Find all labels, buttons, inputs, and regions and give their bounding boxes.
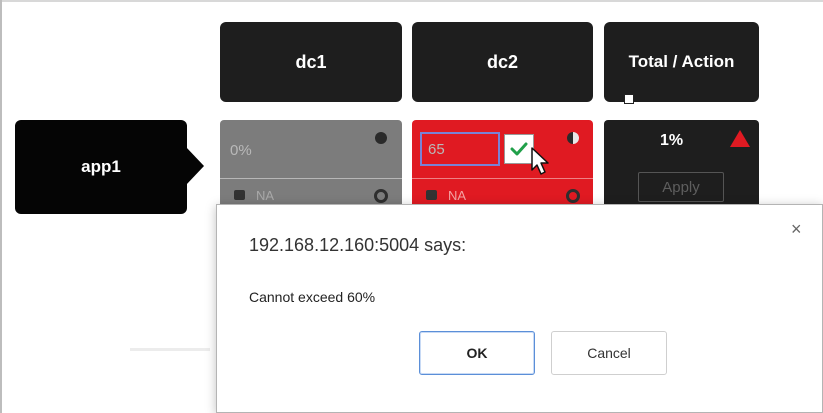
row-header-app1-label: app1 — [81, 157, 121, 176]
cloud-icon — [426, 190, 437, 200]
row-header-app1: app1 — [15, 120, 187, 214]
dialog-title: 192.168.12.160:5004 says: — [249, 235, 467, 255]
cell-divider — [412, 178, 593, 179]
apply-button[interactable]: Apply — [638, 172, 724, 202]
background-artifact — [130, 348, 210, 351]
close-icon[interactable]: × — [791, 219, 802, 240]
ok-button[interactable]: OK — [419, 331, 535, 375]
stage: dc1 dc2 Total / Action app1 0% NA NA — [0, 0, 823, 413]
cell-dc2-footer: NA — [448, 188, 467, 203]
column-header-total-label: Total / Action — [628, 52, 735, 71]
mouse-cursor-icon — [531, 147, 549, 175]
frame-top-border — [0, 0, 823, 2]
half-dot-icon — [567, 132, 579, 144]
cell-dc1-footer: NA — [256, 188, 275, 203]
cell-app1-total: 1% Apply — [604, 120, 759, 212]
column-header-total: Total / Action — [604, 22, 759, 102]
dot-icon — [375, 132, 387, 144]
dialog-message: Cannot exceed 60% — [249, 289, 376, 305]
cell-app1-dc1[interactable]: 0% NA — [220, 120, 402, 212]
total-value: 1% — [659, 132, 684, 149]
checkmark-icon — [510, 142, 528, 156]
warning-triangle-icon — [730, 130, 750, 147]
ring-icon[interactable] — [566, 189, 580, 203]
column-header-dc1: dc1 — [220, 22, 402, 102]
frame-left-border — [0, 0, 2, 413]
alert-dialog: × 192.168.12.160:5004 says: Cannot excee… — [216, 204, 823, 413]
cloud-icon — [234, 190, 245, 200]
cell-app1-dc2[interactable]: NA — [412, 120, 593, 212]
column-header-dc1-label: dc1 — [295, 51, 327, 72]
dc2-value-input[interactable] — [420, 132, 500, 166]
column-header-dc2: dc2 — [412, 22, 593, 102]
resize-handle[interactable] — [624, 94, 634, 104]
ring-icon[interactable] — [374, 189, 388, 203]
cancel-button[interactable]: Cancel — [551, 331, 667, 375]
column-header-dc2-label: dc2 — [486, 51, 519, 72]
row-header-pointer-icon — [186, 147, 204, 185]
cell-divider — [220, 178, 402, 179]
cell-dc1-value: 0% — [230, 142, 252, 159]
